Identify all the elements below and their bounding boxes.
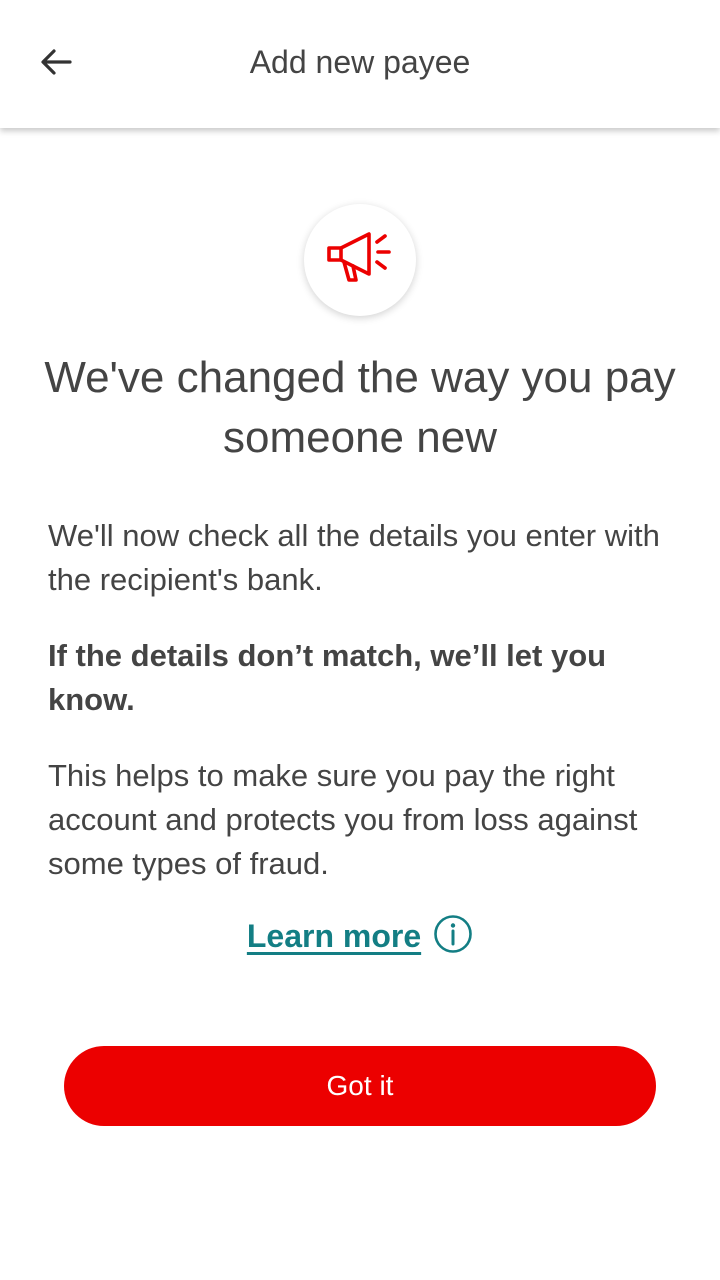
notice-headline: We've changed the way you pay someone ne… [44,353,676,462]
learn-more-link[interactable]: Learn more [247,918,421,955]
got-it-button[interactable]: Got it [64,1046,656,1126]
page-title: Add new payee [249,44,471,80]
megaphone-icon-badge [304,204,416,316]
notice-paragraph-check-details: We'll now check all the details you ente… [48,518,660,597]
info-icon[interactable] [433,914,473,959]
learn-more-row: Learn more [0,914,720,959]
app-bar: Add new payee [0,0,720,128]
megaphone-icon [325,228,395,293]
notice-paragraph-fraud-protection: This helps to make sure you pay the righ… [48,758,638,881]
notice-paragraph-mismatch: If the details don’t match, we’ll let yo… [48,638,607,717]
notice-content: We've changed the way you pay someone ne… [0,128,720,1280]
